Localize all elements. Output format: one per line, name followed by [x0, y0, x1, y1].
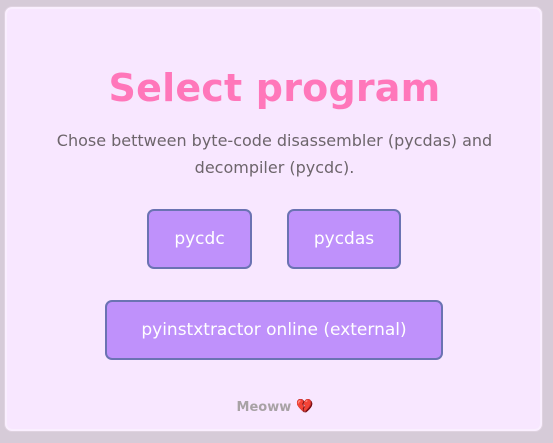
footer: Meoww 💔 [5, 397, 544, 418]
app-window: Select program Chose bettween byte-code … [0, 0, 553, 443]
program-selection-card: Select program Chose bettween byte-code … [4, 6, 543, 432]
description-text: Chose bettween byte-code disassembler (p… [56, 131, 493, 177]
pycdc-button[interactable]: pycdc [147, 209, 252, 269]
broken-heart-icon: 💔 [296, 399, 313, 414]
footer-text: Meoww [236, 400, 292, 415]
page-title: Select program [108, 66, 441, 110]
pyinstxtractor-external-button[interactable]: pyinstxtractor online (external) [105, 300, 443, 360]
pycdas-button[interactable]: pycdas [287, 209, 401, 269]
